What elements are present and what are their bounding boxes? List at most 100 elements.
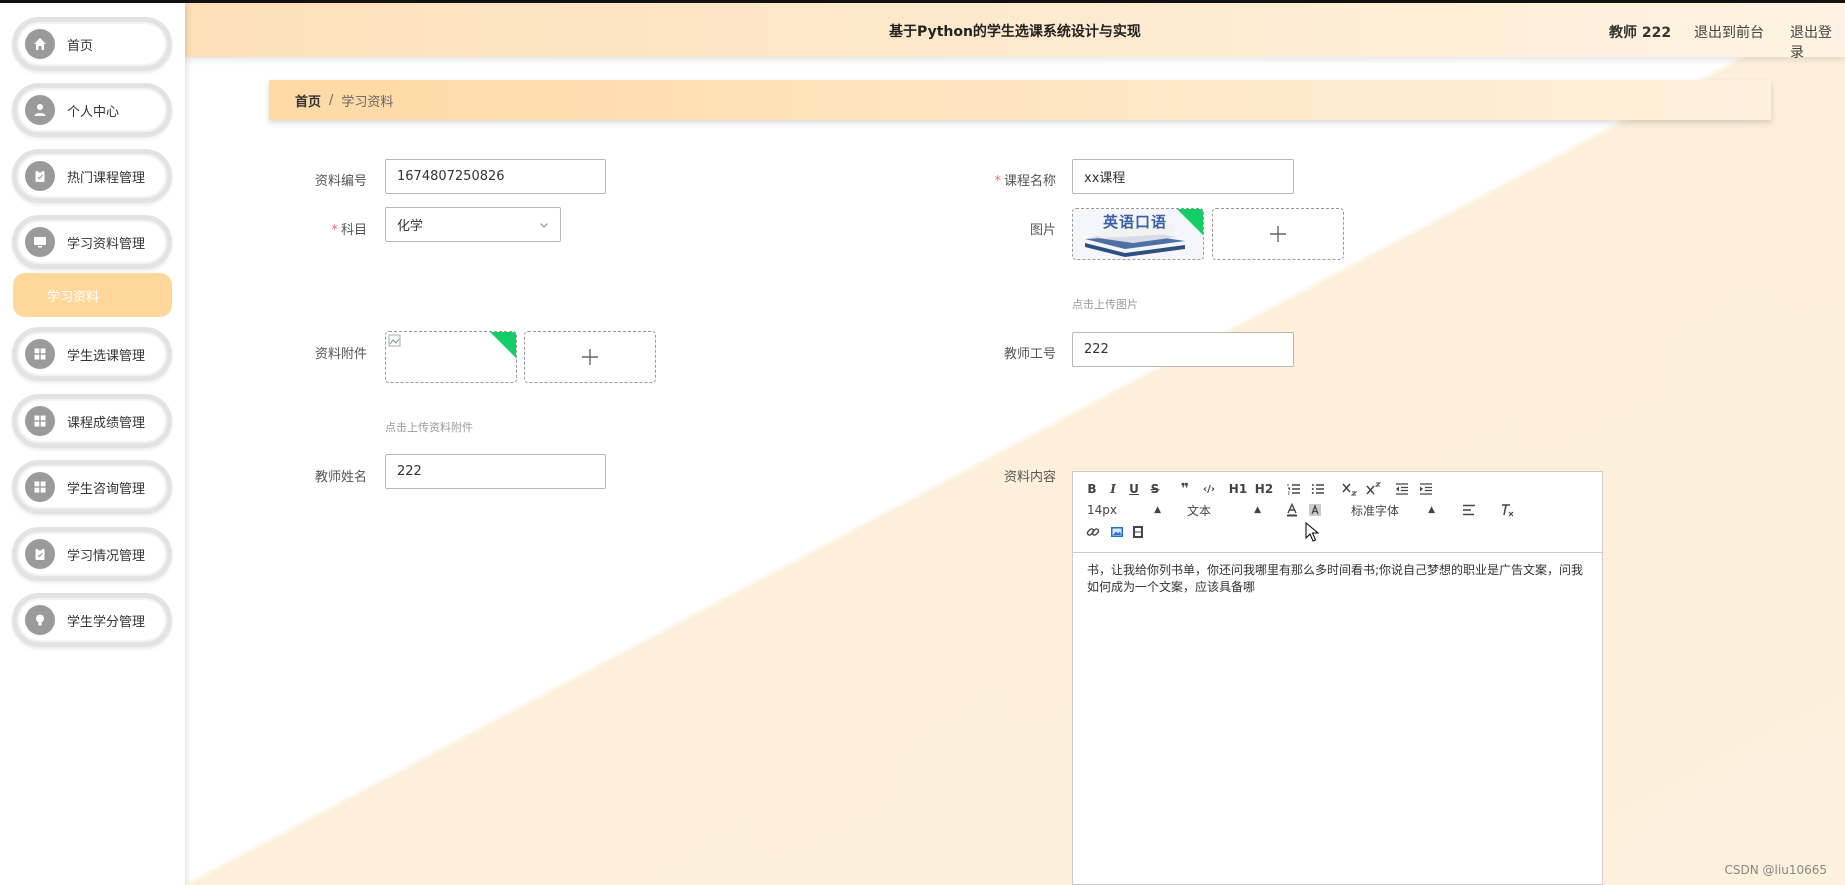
upload-success-badge xyxy=(490,332,516,358)
sidebar-item-label: 学生咨询管理 xyxy=(67,481,146,497)
sidebar-item-label: 学习资料管理 xyxy=(67,236,146,252)
bulb-icon xyxy=(25,605,55,635)
grid-icon xyxy=(25,406,55,436)
code-block-button[interactable]: ‹/› xyxy=(1200,480,1218,498)
breadcrumb: 首页 / 学习资料 xyxy=(269,80,1771,120)
font-size-value: 14px xyxy=(1087,503,1117,517)
insert-video-icon[interactable] xyxy=(1130,523,1146,541)
font-size-select[interactable]: 14px ▲ xyxy=(1087,501,1161,519)
italic-button[interactable]: I xyxy=(1106,480,1120,498)
superscript-icon[interactable] xyxy=(1365,480,1383,498)
watermark: CSDN @liu10665 xyxy=(1724,863,1827,877)
h1-button[interactable]: H1 xyxy=(1228,480,1248,498)
teacher-name-label: 教师姓名 xyxy=(314,470,367,485)
sidebar-item-grades[interactable]: 课程成绩管理 xyxy=(12,394,172,448)
subscript-icon[interactable] xyxy=(1341,480,1359,498)
teacher-name-input[interactable] xyxy=(385,454,606,489)
font-color-icon[interactable] xyxy=(1284,501,1300,519)
select-arrows-icon: ▲ xyxy=(1428,505,1435,515)
image-thumb-text: 英语口语 xyxy=(1103,213,1168,231)
sidebar-item-label: 个人中心 xyxy=(67,104,120,120)
monitor-icon xyxy=(25,227,55,257)
breadcrumb-separator: / xyxy=(329,92,334,108)
sidebar-item-credits[interactable]: 学生学分管理 xyxy=(12,593,172,647)
ordered-list-icon[interactable] xyxy=(1285,480,1303,498)
clear-format-icon[interactable] xyxy=(1498,501,1516,519)
breadcrumb-home[interactable]: 首页 xyxy=(295,91,321,110)
window-top-strip xyxy=(0,0,1845,3)
sidebar-item-profile[interactable]: 个人中心 xyxy=(12,83,172,137)
plus-icon xyxy=(582,349,598,365)
sidebar-item-materials[interactable]: 学习资料管理 xyxy=(12,215,172,269)
content-label: 资料内容 xyxy=(1003,470,1056,485)
sidebar-item-label: 学生学分管理 xyxy=(67,614,146,630)
current-user: 教师 222 xyxy=(1609,25,1672,41)
teacher-no-input[interactable] xyxy=(1072,332,1294,367)
sidebar-item-consult[interactable]: 学生咨询管理 xyxy=(12,460,172,514)
plus-icon xyxy=(1270,226,1286,242)
chevron-down-icon xyxy=(540,223,548,228)
align-icon[interactable] xyxy=(1461,501,1477,519)
grid-icon xyxy=(25,339,55,369)
code-label: 资料编号 xyxy=(314,174,367,189)
sidebar-item-course-selection[interactable]: 学生选课管理 xyxy=(12,327,172,381)
back-to-front-link[interactable]: 退出到前台 xyxy=(1694,22,1764,42)
strike-button[interactable]: S xyxy=(1148,480,1162,498)
image-upload-add-button[interactable] xyxy=(1212,208,1344,260)
sidebar: 首页 个人中心 热门课程管理 学习资料管理 学习资料 学生选课管理 课程成绩管理 xyxy=(0,3,185,885)
attachment-label: 资料附件 xyxy=(314,347,367,362)
font-family-value: 标准字体 xyxy=(1351,503,1400,518)
subject-value: 化学 xyxy=(397,219,424,234)
top-header: 基于Python的学生选课系统设计与实现 教师 222 退出到前台 退出登录 xyxy=(185,3,1845,61)
sidebar-item-label: 课程成绩管理 xyxy=(67,415,146,431)
attachment-upload-tip: 点击上传资料附件 xyxy=(385,421,473,434)
image-label: 图片 xyxy=(1029,223,1056,238)
attachment-thumbnail[interactable] xyxy=(385,331,517,383)
course-name-input[interactable] xyxy=(1072,159,1294,194)
sidebar-item-label: 热门课程管理 xyxy=(67,170,146,186)
breadcrumb-current: 学习资料 xyxy=(341,94,394,110)
text-style-value: 文本 xyxy=(1187,503,1212,518)
sidebar-item-label: 学生选课管理 xyxy=(67,348,146,364)
indent-icon[interactable] xyxy=(1417,480,1435,498)
sidebar-item-hot-courses[interactable]: 热门课程管理 xyxy=(12,149,172,203)
broken-image-icon xyxy=(388,334,401,347)
editor-toolbar: B I U S ❞ ‹/› H1 H2 14px ▲ 文本 ▲ 标准字体 ▲ xyxy=(1073,472,1602,553)
teacher-no-label: 教师工号 xyxy=(1003,347,1056,362)
background-color-icon[interactable] xyxy=(1307,501,1323,519)
sidebar-subitem-materials[interactable]: 学习资料 xyxy=(13,273,172,317)
h2-button[interactable]: H2 xyxy=(1254,480,1274,498)
select-arrows-icon: ▲ xyxy=(1154,505,1161,515)
sidebar-item-study-status[interactable]: 学习情况管理 xyxy=(12,527,172,581)
main-content: 基于Python的学生选课系统设计与实现 教师 222 退出到前台 退出登录 首… xyxy=(185,3,1845,885)
sidebar-item-home[interactable]: 首页 xyxy=(12,17,172,71)
image-upload-tip: 点击上传图片 xyxy=(1072,298,1138,311)
app-title: 基于Python的学生选课系统设计与实现 xyxy=(889,24,1141,40)
sidebar-item-label: 学习情况管理 xyxy=(67,548,146,564)
grid-icon xyxy=(25,472,55,502)
outdent-icon[interactable] xyxy=(1393,480,1411,498)
editor-content[interactable]: 书，让我给你列书单，你还问我哪里有那么多时间看书;你说自己梦想的职业是广告文案，… xyxy=(1087,562,1592,596)
image-thumbnail[interactable]: 英语口语 xyxy=(1072,208,1204,260)
text-style-select[interactable]: 文本 ▲ xyxy=(1187,501,1261,519)
subject-label: * 科目 xyxy=(331,223,367,238)
link-icon[interactable] xyxy=(1085,523,1101,541)
attachment-upload-add-button[interactable] xyxy=(524,331,656,383)
clipboard-icon xyxy=(25,539,55,569)
code-input[interactable] xyxy=(385,159,606,194)
course-label: * 课程名称 xyxy=(994,174,1056,189)
clipboard-icon xyxy=(25,161,55,191)
sidebar-subitem-label: 学习资料 xyxy=(47,289,100,305)
subject-select[interactable]: 化学 xyxy=(385,207,561,242)
font-family-select[interactable]: 标准字体 ▲ xyxy=(1351,501,1435,519)
user-icon xyxy=(25,95,55,125)
quote-button[interactable]: ❞ xyxy=(1177,480,1193,498)
home-icon xyxy=(25,29,55,59)
bullet-list-icon[interactable] xyxy=(1309,480,1327,498)
sidebar-item-label: 首页 xyxy=(67,38,94,54)
logout-link[interactable]: 退出登录 xyxy=(1790,22,1845,62)
underline-button[interactable]: U xyxy=(1127,480,1141,498)
bold-button[interactable]: B xyxy=(1085,480,1099,498)
select-arrows-icon: ▲ xyxy=(1254,505,1261,515)
insert-image-icon[interactable] xyxy=(1109,523,1125,541)
